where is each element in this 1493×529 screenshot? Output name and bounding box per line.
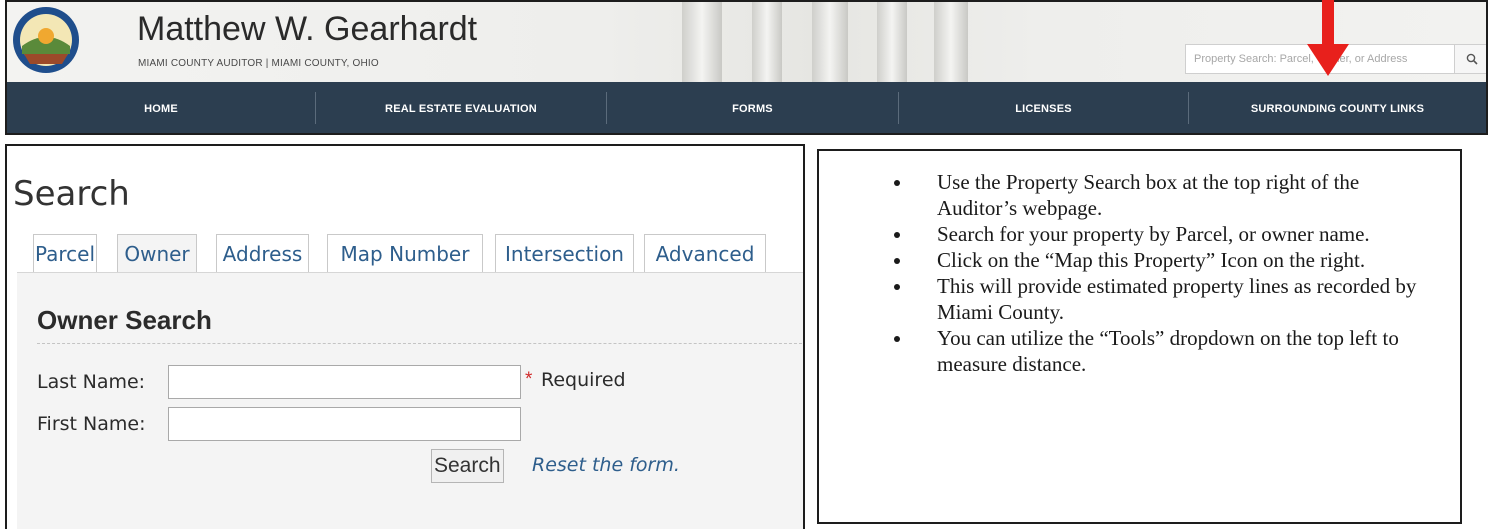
site-header: Matthew W. Gearhardt MIAMI COUNTY AUDITO…: [5, 0, 1488, 135]
header-topbar: Matthew W. Gearhardt MIAMI COUNTY AUDITO…: [7, 2, 1486, 82]
page-title: Search: [13, 174, 130, 214]
owner-search-form: Owner Search Last Name: * Required First…: [17, 272, 803, 529]
nav-item-forms[interactable]: FORMS: [607, 82, 898, 133]
county-seal-icon[interactable]: [12, 6, 80, 74]
first-name-input[interactable]: [168, 407, 521, 441]
nav-item-licenses[interactable]: LICENSES: [899, 82, 1188, 133]
instructions-box: Use the Property Search box at the top r…: [817, 149, 1462, 524]
tab-advanced[interactable]: Advanced: [644, 234, 766, 272]
instruction-item: Use the Property Search box at the top r…: [913, 169, 1433, 221]
tab-map-number[interactable]: Map Number: [327, 234, 483, 272]
main-nav: HOME REAL ESTATE EVALUATION FORMS LICENS…: [7, 82, 1486, 133]
reset-form-link[interactable]: Reset the form.: [532, 454, 680, 476]
red-down-arrow-icon: [1307, 0, 1349, 76]
tab-intersection[interactable]: Intersection: [495, 234, 634, 272]
instruction-item: Search for your property by Parcel, or o…: [913, 221, 1433, 247]
instruction-item: This will provide estimated property lin…: [913, 273, 1433, 325]
courthouse-image: [662, 2, 1002, 82]
tab-parcel[interactable]: Parcel: [33, 234, 97, 272]
search-panel: Search Parcel Owner Address Map Number I…: [5, 144, 805, 529]
instruction-item: Click on the “Map this Property” Icon on…: [913, 247, 1433, 273]
required-label: Required: [541, 369, 626, 391]
nav-item-real-estate-evaluation[interactable]: REAL ESTATE EVALUATION: [316, 82, 606, 133]
search-submit-button[interactable]: Search: [431, 449, 504, 483]
required-star: *: [525, 369, 533, 390]
search-button[interactable]: [1455, 44, 1486, 74]
magnifier-icon: [1466, 53, 1478, 65]
instruction-item: You can utilize the “Tools” dropdown on …: [913, 325, 1433, 377]
last-name-label: Last Name:: [37, 371, 146, 393]
site-subtitle: MIAMI COUNTY AUDITOR | MIAMI COUNTY, OHI…: [138, 58, 379, 69]
first-name-label: First Name:: [37, 413, 146, 435]
form-heading: Owner Search: [37, 305, 212, 335]
tab-address[interactable]: Address: [216, 234, 309, 272]
nav-item-surrounding-county-links[interactable]: SURROUNDING COUNTY LINKS: [1189, 82, 1486, 133]
nav-item-home[interactable]: HOME: [7, 82, 315, 133]
instructions-list: Use the Property Search box at the top r…: [887, 169, 1433, 377]
last-name-input[interactable]: [168, 365, 521, 399]
site-title[interactable]: Matthew W. Gearhardt: [137, 10, 477, 49]
tab-owner[interactable]: Owner: [117, 234, 197, 272]
divider: [37, 343, 803, 344]
